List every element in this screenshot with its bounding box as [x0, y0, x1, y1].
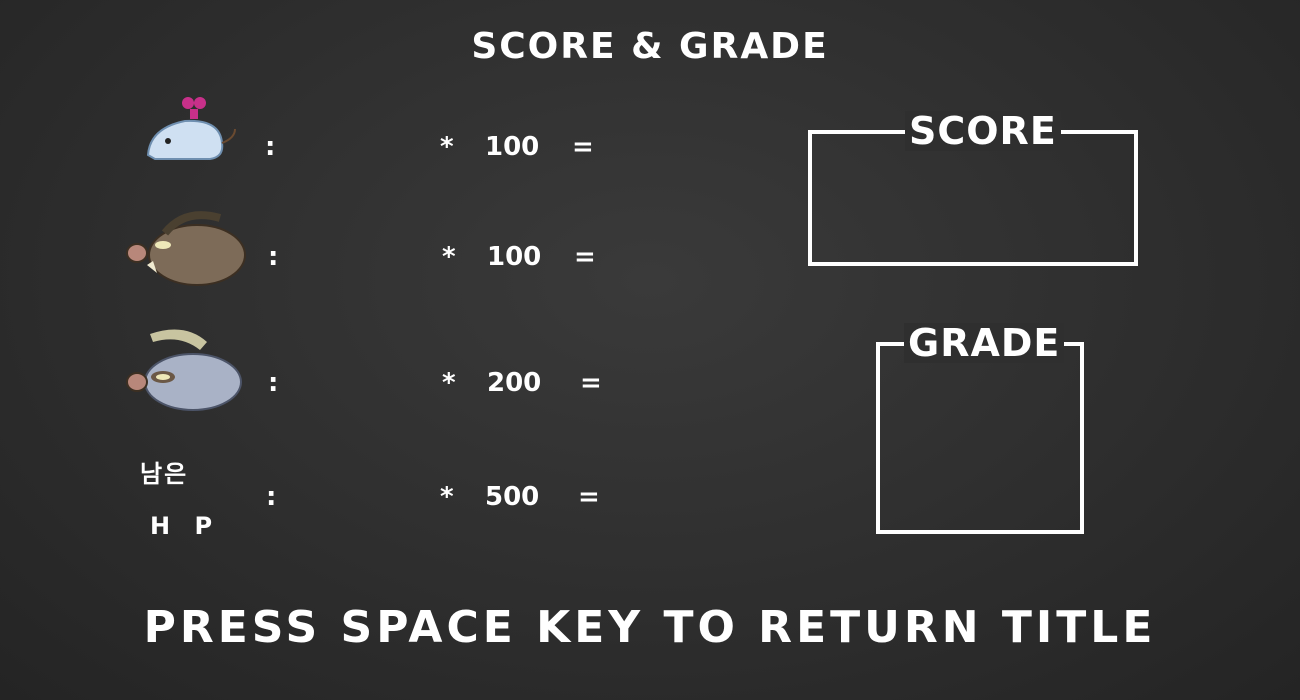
- remaining-label: 남은: [140, 460, 189, 488]
- grade-box-label: GRADE: [904, 323, 1065, 363]
- points-value: 100: [487, 242, 542, 272]
- colon: :: [266, 482, 277, 512]
- points-value: 100: [485, 132, 540, 162]
- colon: :: [268, 368, 279, 398]
- multiply-sign: *: [442, 242, 456, 272]
- wild-boar-icon: [126, 211, 246, 286]
- points-value: 200: [487, 368, 542, 398]
- score-row-boar: : * 100 =: [0, 211, 700, 288]
- screen-title: SCORE & GRADE: [471, 26, 829, 67]
- return-title-prompt: PRESS SPACE KEY TO RETURN TITLE: [143, 602, 1157, 653]
- equals-sign: =: [580, 368, 602, 398]
- multiply-sign: *: [440, 132, 454, 162]
- wind-up-mouse-icon: [146, 97, 236, 160]
- grade-box: [876, 342, 1084, 534]
- multiply-sign: *: [440, 482, 454, 512]
- hp-label: H P: [150, 512, 221, 540]
- colon: :: [265, 132, 276, 162]
- equals-sign: =: [574, 242, 596, 272]
- colon: :: [268, 242, 279, 272]
- armored-boar-icon: [126, 329, 242, 411]
- points-value: 500: [485, 482, 540, 512]
- equals-sign: =: [578, 482, 600, 512]
- score-row-mouse: : * 100 =: [0, 97, 700, 178]
- score-row-remaining-hp: 남은 H P : * 500 =: [0, 460, 700, 540]
- score-box-label: SCORE: [905, 111, 1061, 151]
- multiply-sign: *: [442, 368, 456, 398]
- equals-sign: =: [572, 132, 594, 162]
- score-row-armored-boar: : * 200 =: [0, 329, 700, 414]
